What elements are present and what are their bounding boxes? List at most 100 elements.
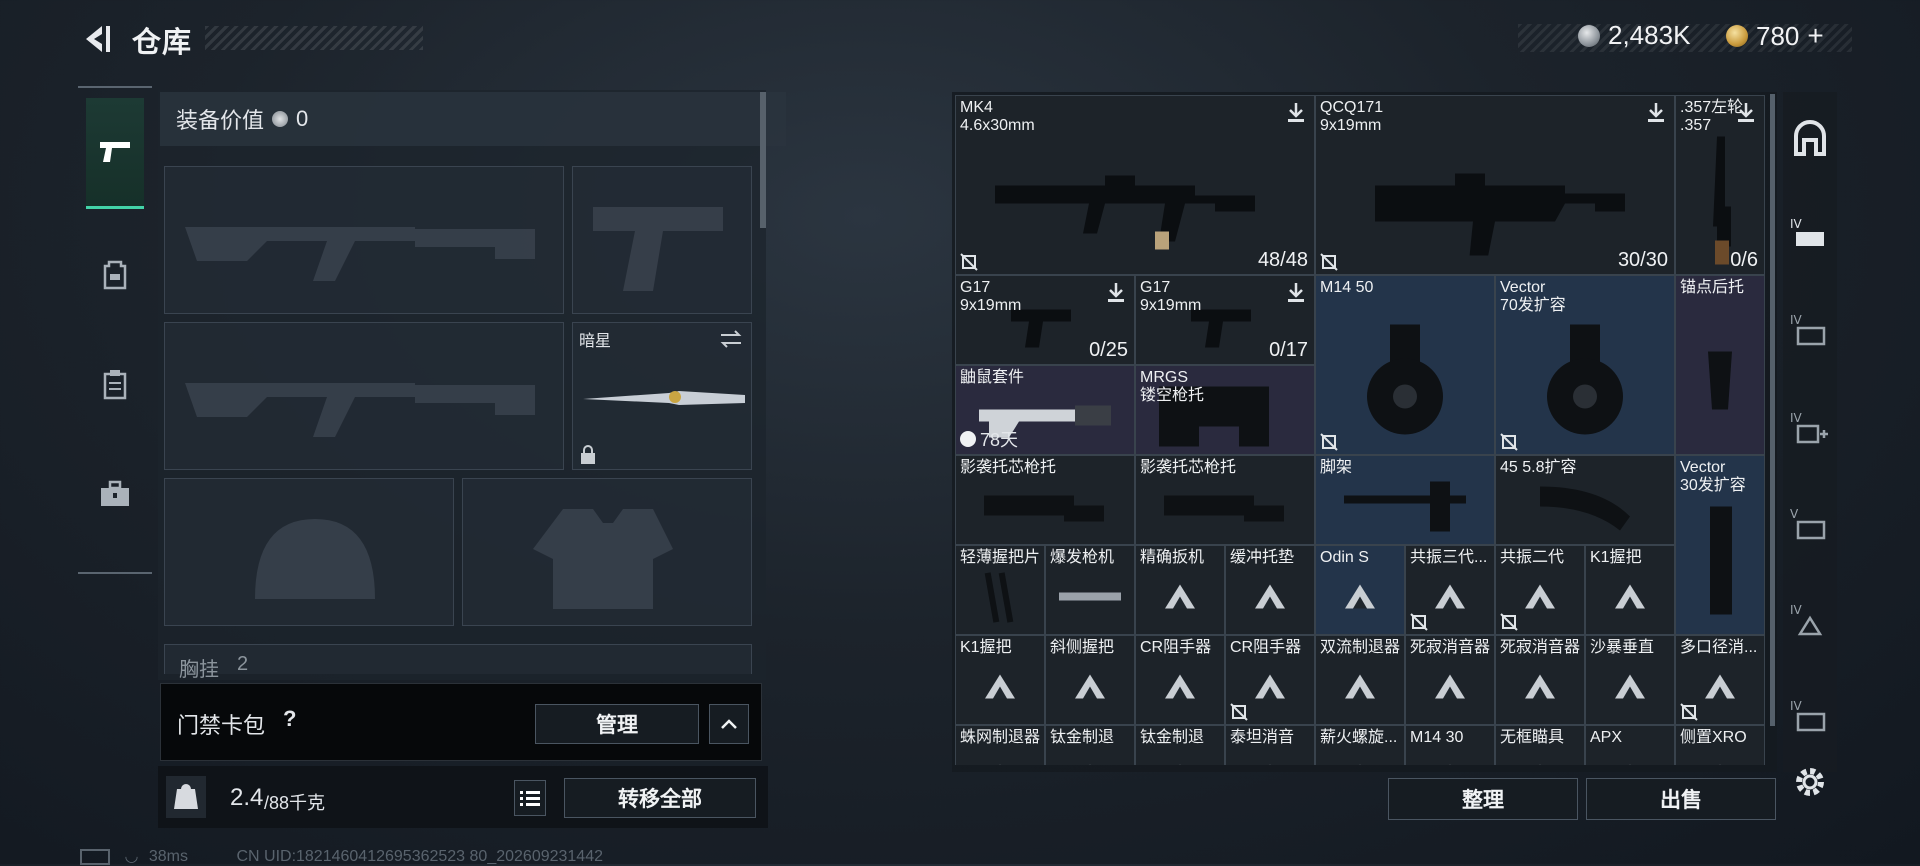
inventory-item[interactable]: 共振二代 [1495,545,1585,635]
inventory-item[interactable]: M14 30 [1405,725,1495,765]
transfer-all-button[interactable]: 转移全部 [564,778,756,818]
status-line: ◡ 38ms CN UID:1821460412695362523 80_202… [80,846,603,866]
armor-slot[interactable] [462,478,752,626]
placeholder-triangle-icon [1433,762,1467,765]
inventory-item[interactable]: 鼬鼠套件 78天 [955,365,1135,455]
rental-timer: 78天 [960,426,1018,452]
inventory-item[interactable]: CR阻手器 [1135,635,1225,725]
item-name: 影袭托芯枪托 [960,459,1057,476]
inventory-item[interactable]: 锚点后托 [1675,275,1765,455]
help-button[interactable]: ? [283,706,296,732]
item-image [1530,320,1640,445]
inventory-item[interactable]: 钛金制退 [1045,725,1135,765]
manage-button[interactable]: 管理 [535,704,699,744]
inventory-item[interactable]: 影袭托芯枪托 [1135,455,1315,545]
placeholder-triangle-icon [1433,582,1467,615]
inventory-item[interactable]: 死寂消音器 [1405,635,1495,725]
inventory-item[interactable]: K1握把 [955,635,1045,725]
inventory-item[interactable]: 脚架 [1315,455,1495,545]
placeholder-triangle-icon [1253,582,1287,615]
inventory-item[interactable]: Vector 30发扩容 [1675,455,1765,635]
inventory-item[interactable]: 45 5.8扩容 [1495,455,1675,545]
inventory-item[interactable]: 缓冲托垫 [1225,545,1315,635]
inventory-item[interactable]: 泰坦消音 [1225,725,1315,765]
chest-rig-slot[interactable]: 胸挂 2 [164,644,752,681]
inventory-item[interactable]: 蛛网制退器 [955,725,1045,765]
inventory-item[interactable]: CR阻手器 [1225,635,1315,725]
primary-weapon-slot[interactable] [164,166,564,314]
inventory-item[interactable]: 死寂消音器 [1495,635,1585,725]
gold-currency[interactable]: 780 + [1726,20,1824,52]
download-icon[interactable] [1106,281,1126,303]
inventory-item[interactable]: G17 9x19mm 0/25 [955,275,1135,365]
swap-icon[interactable] [719,329,743,349]
tab-case[interactable] [86,440,144,548]
inventory-item[interactable]: 薪火螺旋... [1315,725,1405,765]
collapse-button[interactable] [709,704,749,744]
inventory-item[interactable]: K1握把 [1585,545,1675,635]
inventory-item[interactable]: MRGS 镂空枪托 [1135,365,1315,455]
inventory-item[interactable]: Odin S [1315,545,1405,635]
tab-vest[interactable] [86,330,144,438]
sell-button[interactable]: 出售 [1586,778,1776,820]
inventory-item[interactable]: Vector 70发扩容 [1495,275,1675,455]
weight-icon [166,776,206,818]
settings-gear-icon[interactable] [1792,764,1828,800]
storage-home-icon[interactable] [1790,120,1830,160]
add-gold-button[interactable]: + [1807,20,1823,52]
equip-value: 0 [296,106,309,131]
download-icon[interactable] [1286,281,1306,303]
storage-iv-medical-icon[interactable]: IV [1790,408,1830,448]
sort-button[interactable]: 整理 [1388,778,1578,820]
loadout-scrollbar[interactable] [760,92,766,228]
inventory-item[interactable]: 轻薄握把片 [955,545,1045,635]
inventory-item[interactable]: 侧置XRO [1675,725,1765,765]
inventory-scrollbar[interactable] [1770,94,1775,726]
inventory-item[interactable]: 无框瞄具 [1495,725,1585,765]
inventory-item[interactable]: APX [1585,725,1675,765]
inventory-item[interactable]: 共振三代... [1405,545,1495,635]
inventory-item[interactable]: M14 50 [1315,275,1495,455]
inventory-item[interactable]: 多口径消... [1675,635,1765,725]
inventory-item[interactable]: 斜侧握把 [1045,635,1135,725]
inventory-item[interactable]: 双流制退器 [1315,635,1405,725]
inventory-item[interactable]: 精确扳机 [1135,545,1225,635]
storage-iv-supply-icon[interactable]: IV [1790,600,1830,640]
chevron-up-icon [721,719,737,729]
storage-iv-folder-icon[interactable]: IV [1790,310,1830,350]
storage-iv-gear-icon[interactable]: IV [1790,696,1830,736]
tab-backpack[interactable] [86,220,144,328]
battery-icon [80,848,110,865]
inventory-item[interactable]: 影袭托芯枪托 [955,455,1135,545]
melee-slot[interactable]: 暗星 [572,322,752,470]
secondary-weapon-slot[interactable] [164,322,564,470]
item-name: 共振三代... [1410,549,1488,566]
download-icon[interactable] [1646,101,1666,123]
download-icon[interactable] [1286,101,1306,123]
inventory-item[interactable]: G17 9x19mm 0/17 [1135,275,1315,365]
helmet-slot[interactable] [164,478,454,626]
inventory-item[interactable]: .357左轮 .357 0/6 [1675,95,1765,275]
placeholder-triangle-icon [1343,762,1377,765]
placeholder-triangle-icon [1703,672,1737,705]
inventory-item[interactable]: 沙暴垂直 [1585,635,1675,725]
item-name: 无框瞄具 [1500,729,1565,746]
inventory-item[interactable]: MK4 4.6x30mm 48/48 [955,95,1315,275]
storage-v-icon[interactable]: V [1790,504,1830,544]
storage-iv-icon[interactable]: IV [1790,214,1830,254]
inventory-item[interactable]: 钛金制退 [1135,725,1225,765]
pistol-slot[interactable] [572,166,752,314]
item-name: .357左轮 [1680,99,1744,116]
back-button[interactable] [78,22,112,56]
download-icon[interactable] [1736,101,1756,123]
placeholder-triangle-icon [1433,672,1467,705]
silver-currency: 2,483K [1578,20,1690,51]
item-name: 薪火螺旋... [1320,729,1398,746]
item-subtitle: 30发扩容 [1680,477,1746,494]
tab-weapons[interactable] [86,98,144,209]
inventory-item[interactable]: 爆发枪机 [1045,545,1135,635]
item-name: 斜侧握把 [1050,639,1115,656]
inventory-item[interactable]: QCQ171 9x19mm 30/30 [1315,95,1675,275]
item-name: CR阻手器 [1230,639,1302,656]
list-view-button[interactable] [514,780,546,816]
